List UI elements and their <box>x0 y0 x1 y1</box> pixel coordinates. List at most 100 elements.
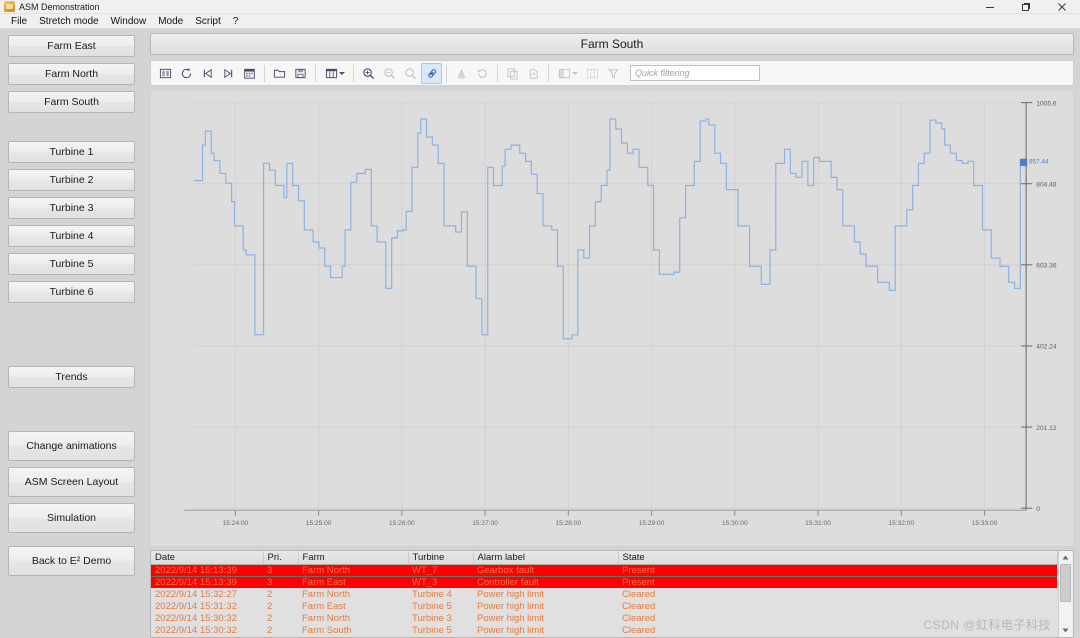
zoom-out-icon[interactable] <box>379 63 400 84</box>
table-header-row: Date Pri. Farm Turbine Alarm label State <box>151 551 1058 565</box>
menu-item-stretch-mode[interactable]: Stretch mode <box>33 14 104 29</box>
menu-item-file[interactable]: File <box>5 14 33 29</box>
sidebar-item-turbine-4[interactable]: Turbine 4 <box>8 225 135 247</box>
svg-text:15:31:00: 15:31:00 <box>805 520 831 527</box>
close-icon[interactable] <box>1044 0 1080 14</box>
link-chart-icon[interactable] <box>421 62 442 84</box>
filter-icon[interactable] <box>603 63 624 84</box>
scrollbar-thumb[interactable] <box>1060 564 1072 602</box>
sidebar-item-farm-east[interactable]: Farm East <box>8 35 135 57</box>
svg-text:15:32:00: 15:32:00 <box>888 520 914 527</box>
cell-date: 2022/9/14 15:32:27 <box>151 588 263 600</box>
menu-item-mode[interactable]: Mode <box>152 14 189 29</box>
cell-pri: 3 <box>263 563 298 577</box>
cell-pri: 2 <box>263 624 298 636</box>
sidebar-item-back-to-e2-demo[interactable]: Back to E² Demo <box>8 546 135 576</box>
sidebar-item-asm-screen-layout[interactable]: ASM Screen Layout <box>8 467 135 497</box>
svg-text:15:30:00: 15:30:00 <box>722 520 748 527</box>
sidebar-item-trends[interactable]: Trends <box>8 366 135 388</box>
cell-date: 2022/9/14 15:30:32 <box>151 612 263 624</box>
copy-icon[interactable] <box>502 63 523 84</box>
open-folder-icon[interactable] <box>269 63 290 84</box>
cell-pri: 2 <box>263 588 298 600</box>
cell-date: 2022/9/14 15:31:32 <box>151 600 263 612</box>
cell-state: Cleared <box>618 624 1058 636</box>
save-icon[interactable] <box>290 63 311 84</box>
menu-item-help[interactable]: ? <box>227 14 245 29</box>
restore-icon[interactable] <box>1008 0 1044 14</box>
window-title: ASM Demonstration <box>19 1 100 12</box>
cell-turbine: WT_7 <box>408 563 473 577</box>
sidebar-item-turbine-1[interactable]: Turbine 1 <box>8 141 135 163</box>
undo-icon[interactable] <box>472 63 493 84</box>
sidebar-item-turbine-6[interactable]: Turbine 6 <box>8 281 135 303</box>
toolbar-separator <box>264 64 265 82</box>
alarm-table-body: 2022/9/14 15:13:39 3 Farm North WT_7 Gearbox… <box>151 563 1058 636</box>
sidebar-item-turbine-3[interactable]: Turbine 3 <box>8 197 135 219</box>
trend-chart-canvas[interactable]: 1005.6 804.48 603.36 402.24 201.12 0 857.44 15:… <box>151 90 1073 546</box>
split-view-icon[interactable] <box>155 63 176 84</box>
sidebar-item-simulation[interactable]: Simulation <box>8 503 135 533</box>
cell-turbine: Turbine 5 <box>408 624 473 636</box>
column-header-alarm-label[interactable]: Alarm label <box>473 551 619 565</box>
menu-item-window[interactable]: Window <box>105 14 153 29</box>
skip-start-icon[interactable] <box>197 63 218 84</box>
cell-farm: Farm North <box>298 588 408 600</box>
table-row[interactable]: 2022/9/14 15:32:27 2 Farm North Turbine 4 Po… <box>151 588 1058 600</box>
column-header-state[interactable]: State <box>618 551 1058 565</box>
table-row[interactable]: 2022/9/14 15:30:32 2 Farm South Turbine 5 Po… <box>151 624 1058 636</box>
cell-turbine: WT_3 <box>408 576 473 588</box>
cell-pri: 2 <box>263 612 298 624</box>
table-row[interactable]: 2022/9/14 15:30:32 2 Farm North Turbine 3 Po… <box>151 612 1058 624</box>
zoom-reset-icon[interactable] <box>400 63 421 84</box>
table-row[interactable]: 2022/9/14 15:31:32 2 Farm East Turbine 5 Pow… <box>151 600 1058 612</box>
export-icon[interactable] <box>523 63 544 84</box>
grid-icon[interactable] <box>582 63 603 84</box>
scroll-down-icon[interactable] <box>1058 624 1073 637</box>
svg-text:15:29:00: 15:29:00 <box>639 520 665 527</box>
cell-farm: Farm East <box>298 600 408 612</box>
zoom-in-icon[interactable] <box>358 63 379 84</box>
sidebar-item-farm-north[interactable]: Farm North <box>8 63 135 85</box>
calendar-icon[interactable] <box>239 63 260 84</box>
svg-text:15:28:00: 15:28:00 <box>555 520 581 527</box>
cell-turbine: Turbine 3 <box>408 612 473 624</box>
skip-end-icon[interactable] <box>218 63 239 84</box>
table-row[interactable]: 2022/9/14 15:13:39 3 Farm North WT_7 Gearbox… <box>151 563 1058 577</box>
alarm-table-scroll[interactable]: Date Pri. Farm Turbine Alarm label State… <box>151 551 1058 637</box>
sidebar-item-change-animations[interactable]: Change animations <box>8 431 135 461</box>
columns-icon[interactable] <box>320 63 349 84</box>
toolbar-separator <box>548 64 549 82</box>
chevron-down-icon <box>571 71 578 75</box>
toolbar-separator <box>497 64 498 82</box>
cell-alarm-label: Power high limit <box>473 588 618 600</box>
column-header-turbine[interactable]: Turbine <box>408 551 474 565</box>
alarm-table-scrollbar[interactable] <box>1057 551 1073 637</box>
column-header-pri[interactable]: Pri. <box>263 551 299 565</box>
table-row[interactable]: 2022/9/14 15:13:39 3 Farm East WT_3 Controll… <box>151 576 1058 588</box>
trend-chart[interactable]: 1005.6 804.48 603.36 402.24 201.12 0 857.44 15:… <box>150 89 1074 547</box>
cell-date: 2022/9/14 15:30:32 <box>151 624 263 636</box>
svg-text:1005.6: 1005.6 <box>1036 100 1056 107</box>
scrollbar-track[interactable] <box>1058 564 1073 624</box>
menu-item-script[interactable]: Script <box>189 14 227 29</box>
sidebar: Farm East Farm North Farm South Turbine … <box>0 29 146 638</box>
chevron-down-icon <box>338 71 345 75</box>
refresh-icon[interactable] <box>176 63 197 84</box>
scroll-up-icon[interactable] <box>1058 551 1073 564</box>
column-header-farm[interactable]: Farm <box>298 551 409 565</box>
sidebar-item-farm-south[interactable]: Farm South <box>8 91 135 113</box>
sidebar-item-turbine-2[interactable]: Turbine 2 <box>8 169 135 191</box>
pick-color-icon[interactable] <box>451 63 472 84</box>
svg-text:857.44: 857.44 <box>1029 158 1049 165</box>
layout-icon[interactable] <box>553 63 582 84</box>
minimize-icon[interactable] <box>972 0 1008 14</box>
svg-text:15:24:00: 15:24:00 <box>222 520 248 527</box>
svg-text:201.12: 201.12 <box>1036 425 1056 432</box>
quick-filter-input[interactable] <box>630 65 760 81</box>
cell-alarm-label: Power high limit <box>473 600 618 612</box>
sidebar-item-turbine-5[interactable]: Turbine 5 <box>8 253 135 275</box>
column-header-date[interactable]: Date <box>151 551 264 565</box>
